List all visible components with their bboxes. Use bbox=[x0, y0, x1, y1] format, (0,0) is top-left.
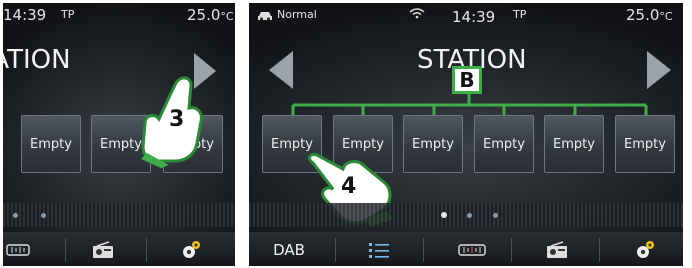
temperature: 25.0°C bbox=[187, 6, 234, 24]
radio-icon[interactable] bbox=[83, 238, 123, 262]
preset-button[interactable]: Empty bbox=[403, 115, 463, 173]
page-dot[interactable] bbox=[467, 213, 472, 218]
equalizer-icon[interactable] bbox=[3, 238, 33, 262]
bottom-bar: DAB bbox=[249, 232, 683, 266]
right-screen: Normal 14:39 TP 25.0°C STATION B Empty E… bbox=[249, 3, 683, 266]
preset-button[interactable]: Empty bbox=[615, 115, 675, 173]
drive-mode: Normal bbox=[277, 8, 317, 21]
left-screen: 14:39 TP 25.0°C STATION Empty Empty Empt… bbox=[3, 3, 235, 266]
scroll-strip bbox=[3, 203, 235, 227]
status-bar: Normal 14:39 TP 25.0°C bbox=[249, 3, 683, 27]
page-dot[interactable] bbox=[493, 213, 498, 218]
status-bar: 14:39 TP 25.0°C bbox=[3, 3, 235, 27]
temperature: 25.0°C bbox=[626, 6, 673, 24]
bottom-bar bbox=[3, 232, 235, 266]
radio-icon[interactable] bbox=[537, 238, 577, 262]
step-number: 4 bbox=[341, 174, 357, 199]
preset-button[interactable]: Empty bbox=[474, 115, 534, 173]
station-title: STATION bbox=[3, 45, 71, 75]
band-button[interactable]: DAB bbox=[259, 238, 319, 262]
car-icon bbox=[258, 12, 272, 21]
page-dot[interactable] bbox=[41, 213, 46, 218]
preset-button[interactable]: Empty bbox=[544, 115, 604, 173]
clock: 14:39 bbox=[452, 8, 496, 26]
wifi-icon bbox=[409, 8, 425, 19]
tp-indicator: TP bbox=[513, 8, 527, 21]
clock: 14:39 bbox=[3, 6, 47, 24]
page-dot[interactable] bbox=[13, 213, 18, 218]
equalizer-icon[interactable] bbox=[447, 238, 497, 262]
list-icon[interactable] bbox=[359, 238, 399, 262]
page-dot-active[interactable] bbox=[441, 212, 447, 218]
settings-icon[interactable] bbox=[171, 238, 211, 262]
divider bbox=[238, 0, 246, 268]
step-number: 3 bbox=[169, 107, 185, 132]
scroll-strip bbox=[249, 203, 683, 227]
callout-label: B bbox=[452, 66, 482, 94]
preset-button[interactable]: Empty bbox=[21, 115, 81, 173]
tp-indicator: TP bbox=[61, 8, 75, 21]
settings-icon[interactable] bbox=[625, 238, 665, 262]
